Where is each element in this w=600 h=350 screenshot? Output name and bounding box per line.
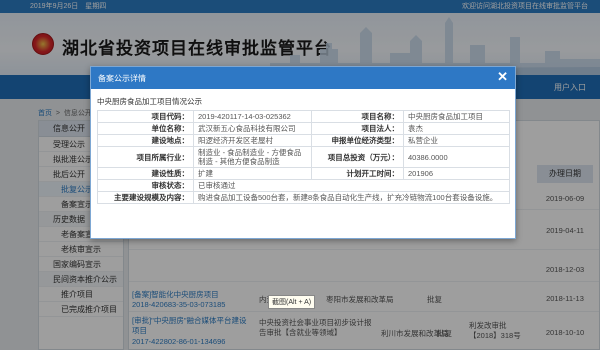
scale-content-label: 主要建设规模及内容： xyxy=(97,191,194,204)
construction-type-value: 扩建 xyxy=(193,167,312,180)
industry-value: 制造业 - 食品制造业 - 方便食品制造 - 其他方便食品制造 xyxy=(193,146,312,168)
total-investment-label: 项目总投资（万元）： xyxy=(311,146,404,168)
planned-start-value: 201906 xyxy=(403,167,510,180)
company-value: 武汉新五心食品科技有限公司 xyxy=(193,122,312,135)
legal-person-value: 袁杰 xyxy=(403,122,510,135)
info-row: 主要建设规模及内容： 购进食品加工设备500台套，新建8条食品自动化生产线，扩充… xyxy=(97,191,510,204)
economic-type-value: 私营企业 xyxy=(403,134,510,147)
project-code-label: 项目代码： xyxy=(97,110,194,123)
filing-detail-dialog: 备案公示详情 ✕ 中央厨房食品加工项目情况公示 项目代码： 2019-42011… xyxy=(90,66,516,239)
info-row: 建设地点： 阳逻经济开发区老屋村 申报单位经济类型： 私营企业 xyxy=(97,134,510,147)
info-row: 单位名称： 武汉新五心食品科技有限公司 项目法人： 袁杰 xyxy=(97,122,510,135)
dialog-subtitle: 中央厨房食品加工项目情况公示 xyxy=(97,97,202,106)
dialog-header: 备案公示详情 ✕ xyxy=(91,67,515,89)
planned-start-label: 计划开工时间： xyxy=(311,167,404,180)
dialog-title: 备案公示详情 xyxy=(98,74,146,83)
project-code-value: 2019-420117-14-03-025362 xyxy=(193,110,312,123)
screenshot-tooltip: 截图(Alt + A) xyxy=(268,295,316,309)
company-label: 单位名称： xyxy=(97,122,194,135)
project-info-table: 项目代码： 2019-420117-14-03-025362 项目名称： 中央厨… xyxy=(97,110,510,204)
total-investment-value: 40386.0000 xyxy=(403,146,510,168)
dialog-body: 中央厨房食品加工项目情况公示 项目代码： 2019-420117-14-03-0… xyxy=(91,89,515,204)
info-row: 审核状态： 已审核通过 xyxy=(97,179,510,192)
close-icon[interactable]: ✕ xyxy=(497,70,508,84)
info-row: 项目代码： 2019-420117-14-03-025362 项目名称： 中央厨… xyxy=(97,110,510,123)
info-row: 建设性质： 扩建 计划开工时间： 201906 xyxy=(97,167,510,180)
review-status-label: 审核状态： xyxy=(97,179,194,192)
review-status-value: 已审核通过 xyxy=(193,179,510,192)
location-label: 建设地点： xyxy=(97,134,194,147)
project-name-label: 项目名称： xyxy=(311,110,404,123)
scale-content-value: 购进食品加工设备500台套，新建8条食品自动化生产线，扩充冷链物流100台套设备… xyxy=(193,191,510,204)
legal-person-label: 项目法人： xyxy=(311,122,404,135)
location-value: 阳逻经济开发区老屋村 xyxy=(193,134,312,147)
industry-label: 项目所属行业： xyxy=(97,146,194,168)
info-row: 项目所属行业： 制造业 - 食品制造业 - 方便食品制造 - 其他方便食品制造 … xyxy=(97,146,510,168)
project-name-value: 中央厨房食品加工项目 xyxy=(403,110,510,123)
construction-type-label: 建设性质： xyxy=(97,167,194,180)
economic-type-label: 申报单位经济类型： xyxy=(311,134,404,147)
